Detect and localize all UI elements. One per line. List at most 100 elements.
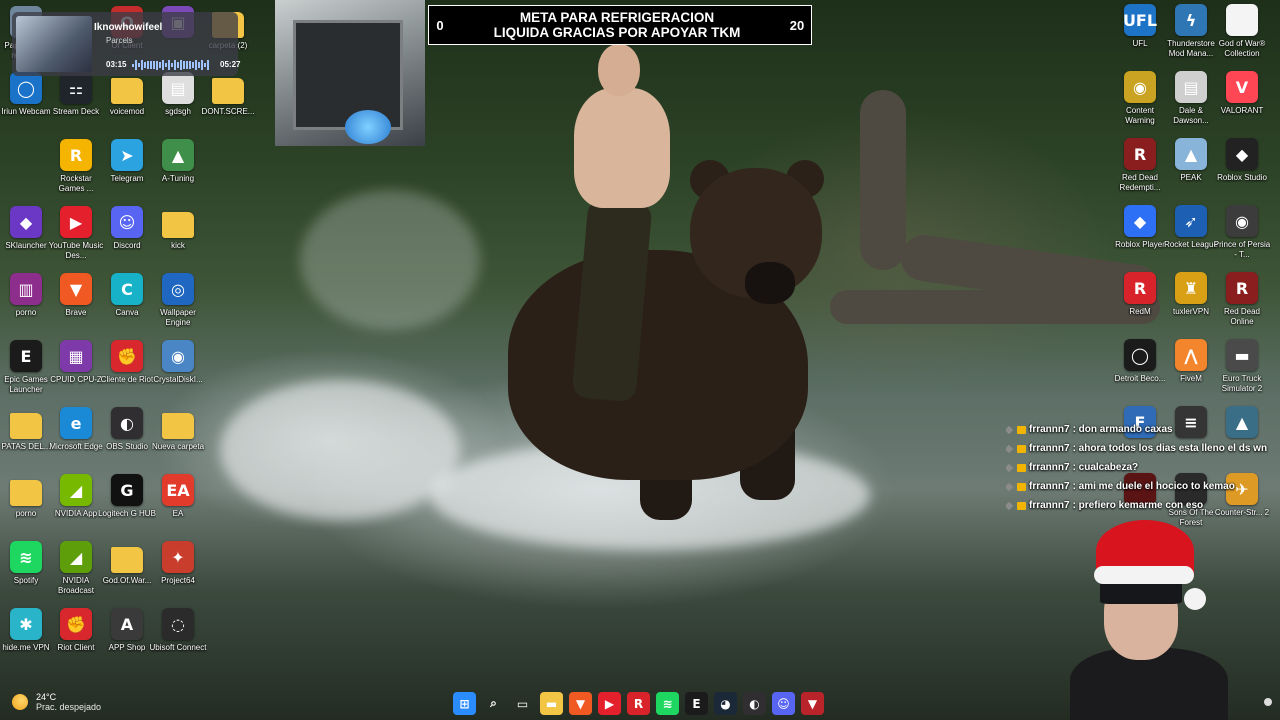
desktop-shortcut-label: YouTube Music Des...	[48, 241, 104, 260]
file-explorer-icon[interactable]: ▬	[540, 692, 563, 715]
desktop-shortcut[interactable]: ◉ Prince of Persia - T...	[1214, 205, 1270, 269]
obs-icon[interactable]: ◐	[743, 692, 766, 715]
task-view-icon[interactable]: ▭	[511, 692, 534, 715]
waveform-bar	[189, 60, 191, 70]
desktop-shortcut[interactable]: R Red Dead Online	[1216, 272, 1268, 336]
desktop-shortcut-label: Detroit Beco...	[1114, 374, 1166, 383]
desktop-shortcut[interactable]: ✱ hide.me VPN	[0, 608, 52, 672]
desktop-shortcut[interactable]: God.Of.War...	[101, 541, 153, 605]
desktop-shortcut[interactable]: porno	[0, 474, 52, 538]
redm-icon[interactable]: R	[627, 692, 650, 715]
desktop-shortcut[interactable]: ◉ Content Warning	[1114, 71, 1166, 135]
desktop-shortcut[interactable]: ◯ Iriun Webcam	[0, 72, 52, 136]
desktop-shortcut[interactable]: ◉ CrystalDiskI...	[152, 340, 204, 404]
desktop-shortcut[interactable]: ▥ porno	[0, 273, 52, 337]
desktop-shortcut-label: FiveM	[1180, 374, 1202, 383]
desktop-shortcut[interactable]: ▲ PEAK	[1165, 138, 1217, 202]
desktop-shortcut[interactable]: UFL UFL	[1114, 4, 1166, 68]
waveform-bar	[147, 60, 149, 70]
desktop-shortcut[interactable]: ✦ Project64	[152, 541, 204, 605]
spotify-icon[interactable]: ≋	[656, 692, 679, 715]
ufl-icon: UFL	[1123, 4, 1157, 36]
desktop-shortcut[interactable]: ◌ Ubisoft Connect	[149, 608, 207, 672]
waveform-bar	[183, 61, 185, 69]
desktop-shortcut[interactable]: voicemod	[101, 72, 153, 136]
desktop-shortcut[interactable]: ⋀ FiveM	[1165, 339, 1217, 403]
desktop-shortcut[interactable]: ⚏ Stream Deck	[50, 72, 102, 136]
steam-icon[interactable]: ◕	[714, 692, 737, 715]
app-icon[interactable]: ▼	[801, 692, 824, 715]
desktop-shortcut-label: Ubisoft Connect	[149, 643, 207, 652]
desktop-shortcut[interactable]: ◢ NVIDIA Broadcast	[50, 541, 102, 605]
desktop-shortcut-label: Red Dead Online	[1223, 307, 1261, 326]
desktop-shortcut[interactable]: V VALORANT	[1216, 71, 1268, 135]
desktop-shortcut[interactable]: ➤ Telegram	[101, 139, 153, 203]
desktop-shortcut[interactable]: ◯ Detroit Beco...	[1114, 339, 1166, 403]
desktop-shortcut[interactable]: ◎ Wallpaper Engine	[152, 273, 204, 337]
desktop-shortcut[interactable]: ✊ Riot Client	[50, 608, 102, 672]
windows-start-icon[interactable]: ⊞	[453, 692, 476, 715]
desktop-shortcut[interactable]: EA EA	[152, 474, 204, 538]
chat-username: frrannn7	[1029, 443, 1070, 454]
desktop-shortcut[interactable]: ≋ Spotify	[0, 541, 52, 605]
desktop-shortcut[interactable]: ▲ A-Tuning	[152, 139, 204, 203]
chat-username: frrannn7	[1029, 462, 1070, 473]
desktop-shortcut[interactable]: ♜ tuxlerVPN	[1165, 272, 1217, 336]
song-title: Iknowhowifeel	[94, 22, 163, 33]
weather-temperature: 24°C	[36, 692, 57, 702]
waveform-bar	[159, 62, 161, 68]
waveform-bar	[207, 60, 209, 70]
search-icon[interactable]: ⌕	[482, 692, 505, 715]
desktop-shortcut[interactable]: ◆ Roblox Studio	[1216, 138, 1268, 202]
desktop-shortcut[interactable]: DONT.SCRE...	[202, 72, 254, 136]
chat-message: frrannn7: don armando caxas	[1006, 420, 1276, 439]
file-icon	[1226, 4, 1258, 36]
desktop-shortcut-label: Cliente de Riot	[100, 375, 154, 384]
tray-indicator-icon[interactable]	[1264, 698, 1272, 706]
youtube-music-icon[interactable]: ▶	[598, 692, 621, 715]
desktop-shortcut[interactable]: ➶ Rocket League	[1164, 205, 1218, 269]
desktop-shortcut-label: voicemod	[109, 107, 145, 116]
media-player-widget[interactable]: Iknowhowifeel Parcels 03:15 05:27	[12, 12, 241, 76]
desktop-shortcut[interactable]: ▦ CPUID CPU-Z	[50, 340, 102, 404]
desktop-shortcut[interactable]: C Canva	[101, 273, 153, 337]
epic-games-icon[interactable]: E	[685, 692, 708, 715]
desktop-shortcut[interactable]: ▤ sgdsgh	[152, 72, 204, 136]
crystaldisk-icon: ◉	[162, 340, 194, 372]
desktop-shortcut[interactable]: ϟ Thunderstore Mod Mana...	[1165, 4, 1217, 68]
brave-icon[interactable]: ▼	[569, 692, 592, 715]
desktop-shortcut[interactable]: A APP Shop	[101, 608, 153, 672]
desktop-shortcut[interactable]: ▤ Dale & Dawson...	[1165, 71, 1217, 135]
desktop-shortcut-label: Nueva carpeta	[151, 442, 205, 451]
desktop-shortcut[interactable]: ◆ Roblox Player	[1114, 205, 1166, 269]
cpuz-icon: ▦	[60, 340, 92, 372]
desktop-shortcut[interactable]: ◢ NVIDIA App	[50, 474, 102, 538]
desktop-shortcut[interactable]: R RedM	[1114, 272, 1166, 336]
santa-hat-pompom	[1184, 588, 1206, 610]
desktop-shortcut[interactable]: e Microsoft Edge	[49, 407, 103, 471]
youtube-music-icon: ▶	[60, 206, 92, 238]
desktop-shortcut[interactable]: E Epic Games Launcher	[0, 340, 52, 404]
discord-icon[interactable]: ☺	[772, 692, 795, 715]
desktop-shortcut-label: Roblox Player	[1115, 240, 1165, 249]
desktop-shortcut[interactable]: ▶ YouTube Music Des...	[48, 206, 104, 270]
desktop-shortcut[interactable]: G Logitech G HUB	[98, 474, 156, 538]
desktop-shortcut[interactable]: God of War® Collection	[1216, 4, 1268, 68]
desktop-shortcut-label: Logitech G HUB	[98, 509, 156, 518]
desktop-shortcut[interactable]: kick	[152, 206, 204, 270]
total-time: 05:27	[220, 60, 241, 69]
bear-snout	[745, 262, 795, 304]
goal-target: 20	[789, 17, 805, 33]
desktop-shortcut[interactable]: R Red Dead Redempti...	[1114, 138, 1166, 202]
weather-widget[interactable]: 24°C Prac. despejado	[12, 692, 101, 712]
desktop-shortcut[interactable]: ☺ Discord	[101, 206, 153, 270]
desktop-shortcut[interactable]: ▬ Euro Truck Simulator 2	[1216, 339, 1268, 403]
desktop-shortcut[interactable]: R Rockstar Games ...	[50, 139, 102, 203]
desktop-shortcut[interactable]: PATAS DEL...	[0, 407, 52, 471]
goal-title-line2: LIQUIDA GRACIAS POR APOYAR TKM	[493, 25, 741, 40]
desktop-shortcut[interactable]: ◐ OBS Studio	[101, 407, 153, 471]
desktop-shortcut[interactable]: ▼ Brave	[50, 273, 102, 337]
desktop-shortcut[interactable]: Nueva carpeta	[152, 407, 204, 471]
desktop-shortcut[interactable]: ✊ Cliente de Riot	[101, 340, 153, 404]
desktop-shortcut[interactable]: ◆ SKlauncher	[0, 206, 52, 270]
